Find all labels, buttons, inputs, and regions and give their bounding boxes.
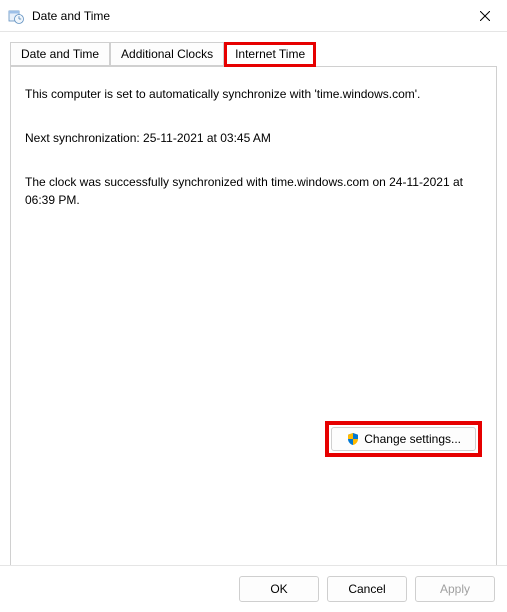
last-sync-text: The clock was successfully synchronized …	[25, 173, 482, 209]
shield-icon	[346, 432, 360, 446]
highlight-box: Change settings...	[325, 421, 482, 457]
next-sync-text: Next synchronization: 25-11-2021 at 03:4…	[25, 129, 482, 147]
titlebar: Date and Time	[0, 0, 507, 32]
window-title: Date and Time	[32, 9, 462, 23]
close-button[interactable]	[462, 0, 507, 32]
tab-content: This computer is set to automatically sy…	[10, 66, 497, 566]
change-settings-button[interactable]: Change settings...	[331, 427, 476, 451]
sync-info-text: This computer is set to automatically sy…	[25, 85, 482, 103]
tab-bar: Date and Time Additional Clocks Internet…	[0, 32, 507, 66]
datetime-icon	[8, 8, 24, 24]
ok-button[interactable]: OK	[239, 576, 319, 602]
close-icon	[480, 11, 490, 21]
tab-internet-time[interactable]: Internet Time	[224, 42, 316, 67]
dialog-footer: OK Cancel Apply	[0, 565, 507, 612]
change-settings-label: Change settings...	[364, 432, 461, 446]
change-settings-wrap: Change settings...	[325, 421, 482, 457]
tab-additional-clocks[interactable]: Additional Clocks	[110, 42, 224, 66]
apply-button: Apply	[415, 576, 495, 602]
tab-date-and-time[interactable]: Date and Time	[10, 42, 110, 66]
cancel-button[interactable]: Cancel	[327, 576, 407, 602]
